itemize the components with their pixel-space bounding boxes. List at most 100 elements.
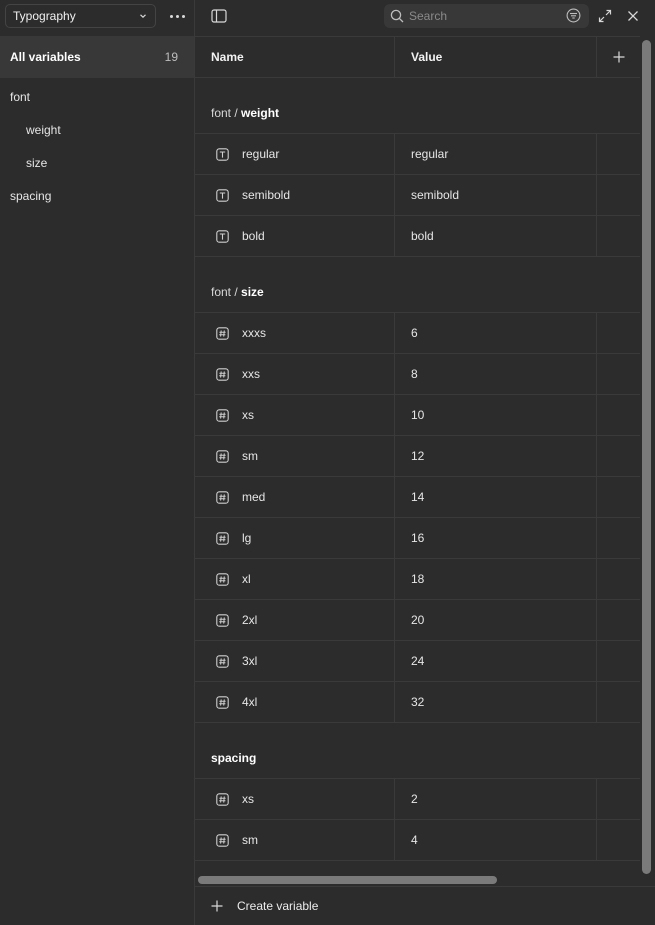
variable-value-cell[interactable]: 16 bbox=[395, 518, 597, 558]
variable-name-cell[interactable]: 4xl bbox=[195, 682, 395, 722]
variable-name-cell[interactable]: semibold bbox=[195, 175, 395, 215]
plus-icon bbox=[211, 900, 223, 912]
search-input[interactable] bbox=[409, 9, 559, 23]
toggle-sidebar-icon[interactable] bbox=[210, 8, 228, 24]
horizontal-scrollbar[interactable] bbox=[195, 872, 640, 886]
group-header-title: weight bbox=[241, 106, 280, 120]
text-type-icon bbox=[216, 229, 229, 243]
variable-value-cell[interactable]: 4 bbox=[395, 820, 597, 860]
variable-name-cell[interactable]: xxs bbox=[195, 354, 395, 394]
variable-name-cell[interactable]: regular bbox=[195, 134, 395, 174]
variable-name-cell[interactable]: med bbox=[195, 477, 395, 517]
chevron-down-icon bbox=[140, 14, 146, 19]
table-row[interactable]: xs 2 bbox=[195, 779, 640, 820]
variables-table: Name Value font / weight regular regular se… bbox=[195, 36, 640, 886]
sidebar-group-label: spacing bbox=[10, 188, 52, 203]
vertical-scrollbar[interactable] bbox=[640, 36, 655, 886]
table-row[interactable]: regular regular bbox=[195, 134, 640, 175]
variable-name-cell[interactable]: xxxs bbox=[195, 313, 395, 353]
expand-icon[interactable] bbox=[597, 8, 613, 24]
variable-value: 8 bbox=[411, 367, 418, 381]
variable-name-cell[interactable]: 3xl bbox=[195, 641, 395, 681]
table-row[interactable]: xs 10 bbox=[195, 395, 640, 436]
table-row[interactable]: 4xl 32 bbox=[195, 682, 640, 723]
variable-name: 3xl bbox=[242, 654, 258, 668]
number-type-icon bbox=[216, 490, 229, 504]
create-variable-label: Create variable bbox=[237, 899, 319, 913]
sidebar-group-spacing[interactable]: spacing bbox=[0, 179, 194, 212]
variable-value-cell[interactable]: 12 bbox=[395, 436, 597, 476]
variable-name-cell[interactable]: sm bbox=[195, 436, 395, 476]
variable-name-cell[interactable]: bold bbox=[195, 216, 395, 256]
variable-name: xs bbox=[242, 792, 254, 806]
variable-name: semibold bbox=[242, 188, 291, 202]
variable-name: xs bbox=[242, 408, 254, 422]
sidebar-group-label: size bbox=[26, 155, 48, 170]
table-row[interactable]: xl 18 bbox=[195, 559, 640, 600]
table-row[interactable]: xxs 8 bbox=[195, 354, 640, 395]
variable-value: 14 bbox=[411, 490, 425, 504]
variable-name: lg bbox=[242, 531, 252, 545]
number-type-icon bbox=[216, 449, 229, 463]
close-icon[interactable] bbox=[625, 8, 641, 24]
sidebar-group-weight[interactable]: weight bbox=[0, 113, 194, 146]
sidebar-item-all-variables[interactable]: All variables 19 bbox=[0, 36, 194, 78]
horizontal-scroll-thumb[interactable] bbox=[198, 876, 497, 884]
group-header-title: spacing bbox=[211, 751, 257, 765]
variable-name-cell[interactable]: 2xl bbox=[195, 600, 395, 640]
number-type-icon bbox=[216, 613, 229, 627]
variable-value-cell[interactable]: semibold bbox=[395, 175, 597, 215]
table-row[interactable]: bold bold bbox=[195, 216, 640, 257]
variable-name-cell[interactable]: lg bbox=[195, 518, 395, 558]
variable-value-cell[interactable]: 14 bbox=[395, 477, 597, 517]
sidebar-group-size[interactable]: size bbox=[0, 146, 194, 179]
variable-value-cell[interactable]: 20 bbox=[395, 600, 597, 640]
variable-value: 16 bbox=[411, 531, 425, 545]
table-row[interactable]: xxxs 6 bbox=[195, 313, 640, 354]
group-header: spacing bbox=[195, 723, 640, 779]
variable-value-cell[interactable]: 32 bbox=[395, 682, 597, 722]
more-options-icon[interactable] bbox=[166, 8, 188, 24]
variable-value-cell[interactable]: 18 bbox=[395, 559, 597, 599]
variable-value-cell[interactable]: regular bbox=[395, 134, 597, 174]
variable-name-cell[interactable]: xs bbox=[195, 779, 395, 819]
table-row[interactable]: 2xl 20 bbox=[195, 600, 640, 641]
collections-sidebar: Typography All variables 19 font weight … bbox=[0, 0, 195, 925]
table-row[interactable]: 3xl 24 bbox=[195, 641, 640, 682]
variable-value: semibold bbox=[411, 188, 460, 202]
group-header-title: size bbox=[241, 285, 264, 299]
variable-value-cell[interactable]: 10 bbox=[395, 395, 597, 435]
filter-icon[interactable] bbox=[566, 8, 581, 23]
variable-name: bold bbox=[242, 229, 265, 243]
table-row[interactable]: sm 12 bbox=[195, 436, 640, 477]
vertical-scroll-thumb[interactable] bbox=[642, 40, 651, 874]
variable-value-cell[interactable]: 2 bbox=[395, 779, 597, 819]
table-header: Name Value bbox=[195, 37, 640, 78]
number-type-icon bbox=[216, 367, 229, 381]
sidebar-group-font[interactable]: font bbox=[0, 80, 194, 113]
create-variable-button[interactable]: Create variable bbox=[195, 886, 655, 925]
variable-value: regular bbox=[411, 147, 449, 161]
add-mode-button[interactable] bbox=[597, 37, 640, 77]
variable-value-cell[interactable]: bold bbox=[395, 216, 597, 256]
variable-name-cell[interactable]: sm bbox=[195, 820, 395, 860]
collection-dropdown[interactable]: Typography bbox=[5, 4, 156, 28]
variable-value: 6 bbox=[411, 326, 418, 340]
variable-name: xxxs bbox=[242, 326, 266, 340]
table-row[interactable]: sm 4 bbox=[195, 820, 640, 861]
variable-name: med bbox=[242, 490, 266, 504]
collection-name: Typography bbox=[13, 9, 76, 23]
variable-name-cell[interactable]: xl bbox=[195, 559, 395, 599]
table-row[interactable]: lg 16 bbox=[195, 518, 640, 559]
variable-value: 18 bbox=[411, 572, 425, 586]
variable-name: 4xl bbox=[242, 695, 258, 709]
number-type-icon bbox=[216, 654, 229, 668]
variable-name-cell[interactable]: xs bbox=[195, 395, 395, 435]
column-header-name: Name bbox=[195, 37, 395, 77]
variable-value-cell[interactable]: 24 bbox=[395, 641, 597, 681]
text-type-icon bbox=[216, 147, 229, 161]
table-row[interactable]: semibold semibold bbox=[195, 175, 640, 216]
variable-value-cell[interactable]: 6 bbox=[395, 313, 597, 353]
table-row[interactable]: med 14 bbox=[195, 477, 640, 518]
variable-value-cell[interactable]: 8 bbox=[395, 354, 597, 394]
